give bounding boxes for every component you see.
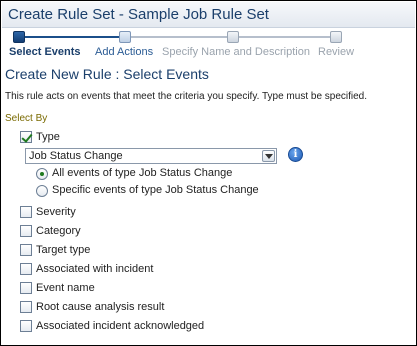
incident-acknowledged-label: Associated incident acknowledged [36, 320, 205, 332]
radio-specific-events[interactable] [36, 185, 48, 197]
chevron-down-icon[interactable] [262, 150, 275, 162]
train-stop-specify-name [227, 31, 239, 43]
target-type-checkbox[interactable] [20, 244, 32, 256]
page-description: This rule acts on events that meet the c… [5, 91, 368, 102]
step-label-specify-name: Specify Name and Description [162, 46, 310, 58]
window-title: Create Rule Set - Sample Job Rule Set [8, 6, 269, 23]
category-label: Category [36, 225, 81, 237]
train-connector-done [23, 36, 119, 38]
radio-all-events[interactable] [36, 168, 48, 180]
info-icon[interactable]: i [288, 147, 303, 162]
train-connector [131, 36, 227, 38]
event-name-label: Event name [36, 282, 95, 294]
associated-with-incident-label: Associated with incident [36, 263, 154, 275]
select-by-label: Select By [5, 113, 48, 124]
type-select[interactable]: Job Status Change [25, 148, 277, 164]
title-bar: Create Rule Set - Sample Job Rule Set [2, 2, 415, 28]
train-stop-review [330, 31, 342, 43]
type-checkbox[interactable] [20, 131, 32, 143]
severity-label: Severity [36, 206, 76, 218]
severity-checkbox[interactable] [20, 206, 32, 218]
root-cause-label: Root cause analysis result [36, 301, 165, 313]
incident-acknowledged-checkbox[interactable] [20, 320, 32, 332]
associated-with-incident-checkbox[interactable] [20, 263, 32, 275]
type-select-value: Job Status Change [29, 150, 123, 162]
train-connector [239, 36, 330, 38]
event-name-checkbox[interactable] [20, 282, 32, 294]
step-label-add-actions[interactable]: Add Actions [95, 46, 153, 58]
target-type-label: Target type [36, 244, 91, 256]
page-title: Create New Rule : Select Events [5, 66, 209, 82]
dialog-frame: Create Rule Set - Sample Job Rule Set Se… [0, 0, 417, 346]
type-label: Type [36, 131, 60, 143]
train-stop-add-actions[interactable] [119, 31, 131, 43]
category-checkbox[interactable] [20, 225, 32, 237]
radio-all-events-label: All events of type Job Status Change [52, 167, 233, 179]
step-label-review: Review [318, 46, 355, 58]
root-cause-checkbox[interactable] [20, 301, 32, 313]
train-stop-select-events[interactable] [13, 31, 25, 43]
radio-specific-events-label: Specific events of type Job Status Chang… [52, 184, 259, 196]
process-train: Select Events Add Actions Specify Name a… [1, 31, 417, 61]
step-label-select-events[interactable]: Select Events [9, 46, 81, 58]
